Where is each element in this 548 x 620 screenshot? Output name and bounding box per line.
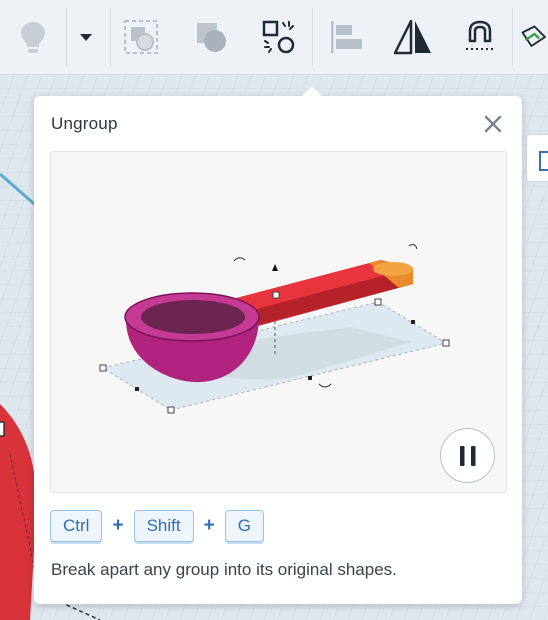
ungroup-animation-illustration xyxy=(99,244,450,414)
key-g: G xyxy=(224,510,264,542)
align-icon xyxy=(331,21,362,53)
pause-button[interactable] xyxy=(440,428,495,483)
ungroup-disabled-button[interactable] xyxy=(188,13,234,61)
ungroup-faded-icon xyxy=(197,23,226,52)
dropdown-button[interactable] xyxy=(66,13,106,61)
ungroup-icon xyxy=(262,20,295,54)
workplane-icon xyxy=(521,25,546,47)
workplane-button[interactable] xyxy=(518,13,548,61)
cruise-magnet-button[interactable] xyxy=(457,13,503,61)
animation-preview xyxy=(50,151,507,493)
plus-separator: + xyxy=(112,515,124,536)
chevron-down-icon xyxy=(80,34,92,41)
popover-arrow xyxy=(302,86,322,96)
ungroup-tooltip-popover: Ungroup Ctrl + Shift + G Break apart any… xyxy=(34,86,522,604)
group-icon xyxy=(124,20,158,54)
close-button[interactable] xyxy=(482,113,504,135)
ungroup-button[interactable] xyxy=(256,13,302,61)
pause-icon xyxy=(459,445,475,466)
magnet-icon xyxy=(466,20,494,50)
mirror-button[interactable] xyxy=(390,13,436,61)
popover-title: Ungroup xyxy=(51,114,118,133)
mirror-icon xyxy=(393,19,431,55)
plus-separator: + xyxy=(203,515,215,536)
square-icon xyxy=(539,151,548,171)
key-ctrl: Ctrl xyxy=(50,510,103,542)
close-icon xyxy=(484,115,502,133)
tooltip-description: Break apart any group into its original … xyxy=(51,560,397,579)
toolbar xyxy=(0,0,548,75)
align-button[interactable] xyxy=(322,13,368,61)
light-bulb-icon xyxy=(21,22,45,53)
key-shift: Shift xyxy=(133,510,194,542)
group-button[interactable] xyxy=(118,13,164,61)
light-bulb-button[interactable] xyxy=(10,13,56,61)
side-panel-tab[interactable] xyxy=(526,134,548,182)
keyboard-shortcut: Ctrl + Shift + G xyxy=(50,509,264,543)
